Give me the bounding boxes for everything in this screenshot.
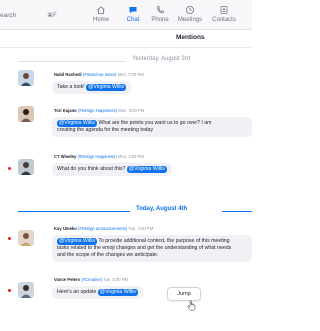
- mention-tag[interactable]: @Virginia Willis: [57, 120, 98, 127]
- phone-icon: [156, 6, 164, 14]
- search-shortcut: ⌘F: [47, 13, 57, 19]
- unread-indicator: [8, 289, 11, 292]
- mention-tag[interactable]: @Virginia Willis: [86, 84, 127, 91]
- unread-indicator: [8, 167, 11, 170]
- nav-phone-label: Phone: [151, 17, 169, 23]
- message-text-line2: creating the agenda for the meeting toda…: [57, 127, 154, 133]
- nav-home-label: Home: [92, 17, 109, 23]
- jump-button[interactable]: Jump: [167, 287, 201, 301]
- nav-meetings[interactable]: Meetings: [173, 3, 207, 27]
- search-text[interactable]: earch: [0, 12, 16, 19]
- date-divider-today: Today, August 4th: [0, 206, 252, 216]
- author-name[interactable]: Kay Umeko: [54, 226, 77, 231]
- channel-name[interactable]: (#Design announcements): [78, 226, 127, 231]
- contacts-icon: [220, 6, 228, 14]
- divider-line: [18, 61, 126, 62]
- avatar: [18, 159, 34, 175]
- home-icon: [97, 6, 105, 14]
- nav-contacts-label: Contacts: [212, 17, 236, 23]
- top-nav-bar: earch ⌘F Home Chat Phone Meetings Contac…: [0, 0, 252, 30]
- mention-tag[interactable]: @Virginia Willis: [126, 166, 167, 173]
- channel-name[interactable]: (#Stand-up notes): [83, 72, 117, 77]
- message-meta: Tori Kajano (#Design Happiness) Mon, 3:0…: [54, 108, 144, 113]
- divider-line: [18, 211, 130, 212]
- message-text: What are the points you want us to go ov…: [97, 120, 212, 126]
- message-bubble[interactable]: Take a look! @Virginia Willis: [52, 81, 132, 94]
- mentions-header: Mentions: [0, 30, 252, 48]
- message-time: Mon, 7:00 PM: [117, 72, 144, 77]
- mention-tag[interactable]: @Virginia Willis: [57, 238, 98, 245]
- message-bubble[interactable]: @Virginia Willis To provide additional c…: [52, 235, 252, 262]
- nav-chat-label: Chat: [126, 17, 140, 23]
- message-meta: CT Wiseley (#Design Happiness) Mon, 3:00…: [54, 154, 144, 159]
- message-time: Tue, 5:00 PM: [103, 277, 129, 282]
- message-meta: Vance Peters (#Creative) Tue, 5:00 PM: [54, 277, 128, 282]
- message-time: Tue, 4:00 PM: [128, 226, 154, 231]
- nav-contacts[interactable]: Contacts: [207, 3, 241, 27]
- avatar: [18, 70, 34, 86]
- message-bubble[interactable]: What do you think about this? @Virginia …: [52, 163, 172, 176]
- message-time: Mon, 3:00 PM: [118, 108, 145, 113]
- divider-line: [222, 211, 252, 212]
- message-meta: Kay Umeko (#Design announcements) Tue, 4…: [54, 226, 153, 231]
- message-meta: Nabil Rashedi (#Stand-up notes) Mon, 7:0…: [54, 72, 144, 77]
- author-name[interactable]: Vance Peters: [54, 277, 80, 282]
- author-name[interactable]: CT Wiseley: [54, 154, 76, 159]
- message-bubble[interactable]: Here's an update @Virginia Willis: [52, 286, 143, 299]
- message-text: What do you think about this?: [57, 166, 127, 172]
- nav-phone[interactable]: Phone: [143, 3, 177, 27]
- mention-tag[interactable]: @Virginia Willis: [97, 289, 138, 296]
- avatar: [18, 282, 34, 298]
- message-text-line3: and the scope of the changes we anticipa…: [57, 252, 159, 258]
- message-time: Mon, 3:00 PM: [117, 154, 144, 159]
- message-text: To provide additional context, the purpo…: [97, 238, 230, 244]
- jump-button-label: Jump: [177, 291, 191, 297]
- divider-label: Yesterday, August 3rd: [132, 56, 191, 62]
- clock-icon: [186, 6, 194, 14]
- search-box[interactable]: earch ⌘F: [0, 8, 72, 24]
- avatar: [18, 106, 34, 122]
- channel-name[interactable]: (#Design Happiness): [78, 108, 117, 113]
- chat-icon: [129, 7, 137, 14]
- date-divider-yesterday: Yesterday, August 3rd: [0, 56, 252, 66]
- message-text: Here's an update: [57, 289, 98, 295]
- mentions-title: Mentions: [176, 34, 205, 41]
- author-name[interactable]: Tori Kajano: [54, 108, 77, 113]
- author-name[interactable]: Nabil Rashedi: [54, 72, 82, 77]
- nav-meetings-label: Meetings: [177, 17, 203, 23]
- channel-name[interactable]: (#Creative): [81, 277, 102, 282]
- channel-name[interactable]: (#Design Happiness): [77, 154, 116, 159]
- nav-home[interactable]: Home: [84, 3, 118, 27]
- hand-cursor-icon: [187, 300, 196, 311]
- avatar: [18, 230, 34, 246]
- message-text-line2: tasks related to the emoji changes and g…: [57, 245, 232, 251]
- message-text: Take a look!: [57, 84, 87, 90]
- unread-indicator: [8, 237, 11, 240]
- divider-label: Today, August 4th: [136, 206, 188, 212]
- message-bubble[interactable]: @Virginia Willis What are the points you…: [52, 117, 252, 137]
